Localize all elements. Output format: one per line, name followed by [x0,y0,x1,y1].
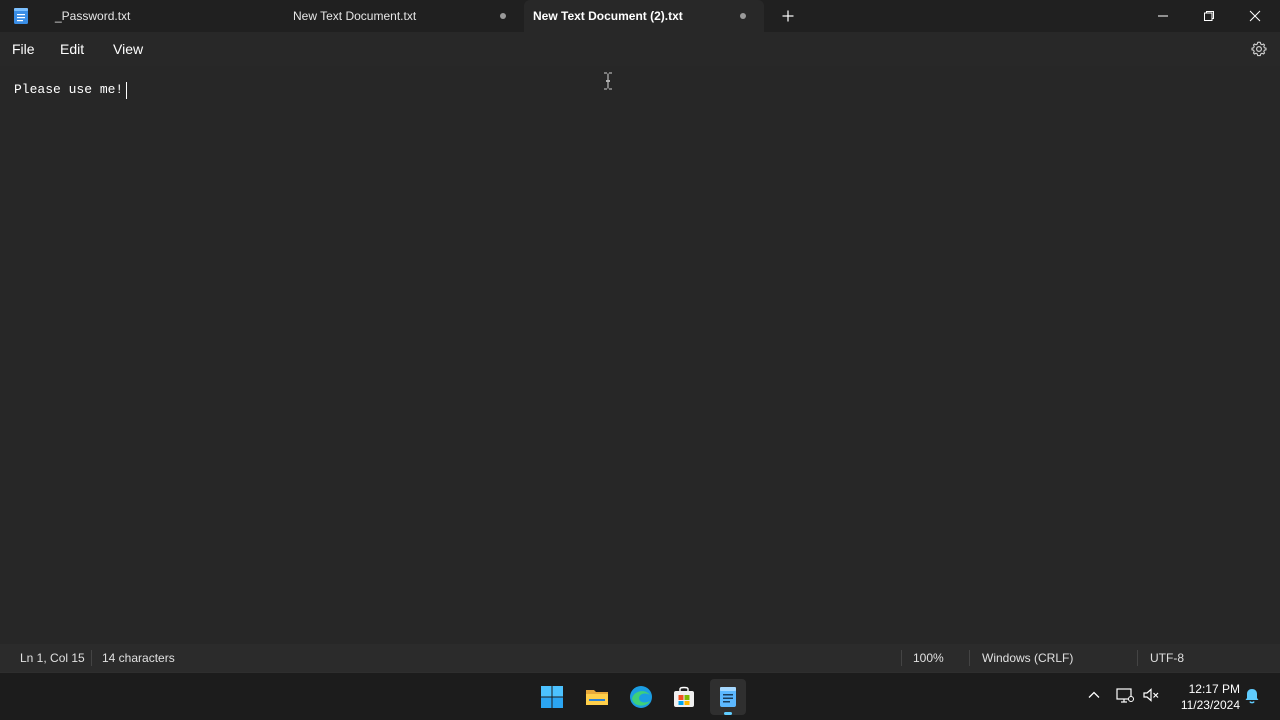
close-icon [1249,10,1261,22]
notepad-app-icon [14,8,28,24]
network-button[interactable] [1115,685,1135,705]
menu-view[interactable]: View [113,32,143,66]
folder-icon [586,690,608,705]
taskbar: 12:17 PM 11/23/2024 [0,672,1280,720]
menu-bar: File Edit View [0,32,1280,66]
show-hidden-icons-button[interactable] [1084,685,1104,705]
tab-label: New Text Document (2).txt [533,9,683,23]
edge-icon [630,686,652,708]
unsaved-dot-icon[interactable] [500,13,506,19]
line-ending[interactable]: Windows (CRLF) [982,644,1073,672]
store-button[interactable] [666,679,702,715]
menu-file[interactable]: File [12,32,35,66]
status-bar: Ln 1, Col 15 14 characters 100% Windows … [0,644,1280,672]
zoom-level[interactable]: 100% [913,644,944,672]
chevron-up-icon [1088,691,1100,698]
cursor-position: Ln 1, Col 15 [20,651,85,665]
status-divider [969,650,970,666]
new-tab-button[interactable] [778,6,798,26]
editor-content[interactable]: Please use me! [14,82,123,97]
notifications-button[interactable] [1242,685,1262,705]
unsaved-dot-icon[interactable] [740,13,746,19]
restore-button[interactable] [1186,0,1232,32]
encoding[interactable]: UTF-8 [1150,644,1184,672]
minimize-button[interactable] [1140,0,1186,32]
clock-date: 11/23/2024 [1180,698,1240,712]
menu-edit[interactable]: Edit [60,32,84,66]
active-app-indicator [724,712,732,715]
store-icon [674,686,694,707]
close-button[interactable] [1232,0,1278,32]
status-divider [901,650,902,666]
volume-muted-icon [1143,688,1159,702]
tab-new-text-document-2[interactable]: New Text Document (2).txt [524,0,764,32]
tab-password[interactable]: _Password.txt [55,0,285,32]
text-caret [126,82,127,99]
volume-button[interactable] [1141,685,1161,705]
edge-button[interactable] [623,679,659,715]
notepad-icon [720,687,736,707]
status-divider [91,650,92,666]
tab-new-text-document[interactable]: New Text Document.txt [293,0,523,32]
status-divider [1137,650,1138,666]
bell-icon [1245,689,1259,704]
plus-icon [782,10,794,22]
network-icon [1116,688,1134,703]
tab-label: _Password.txt [55,9,131,23]
notepad-taskbar-button[interactable] [710,679,746,715]
ibeam-cursor-icon [604,72,612,90]
tab-label: New Text Document.txt [293,9,417,23]
settings-button[interactable] [1250,40,1268,58]
start-button[interactable] [534,679,570,715]
character-count: 14 characters [102,651,175,665]
gear-icon [1251,41,1267,57]
title-bar: _Password.txt New Text Document.txt New … [0,0,1280,32]
restore-icon [1204,11,1214,21]
minimize-icon [1158,15,1168,17]
text-editor[interactable]: Please use me! [0,66,1280,644]
clock-time: 12:17 PM [1188,682,1240,696]
file-explorer-button[interactable] [579,679,615,715]
clock[interactable]: 12:17 PM 11/23/2024 [1170,681,1240,713]
windows-logo-icon [541,686,563,708]
